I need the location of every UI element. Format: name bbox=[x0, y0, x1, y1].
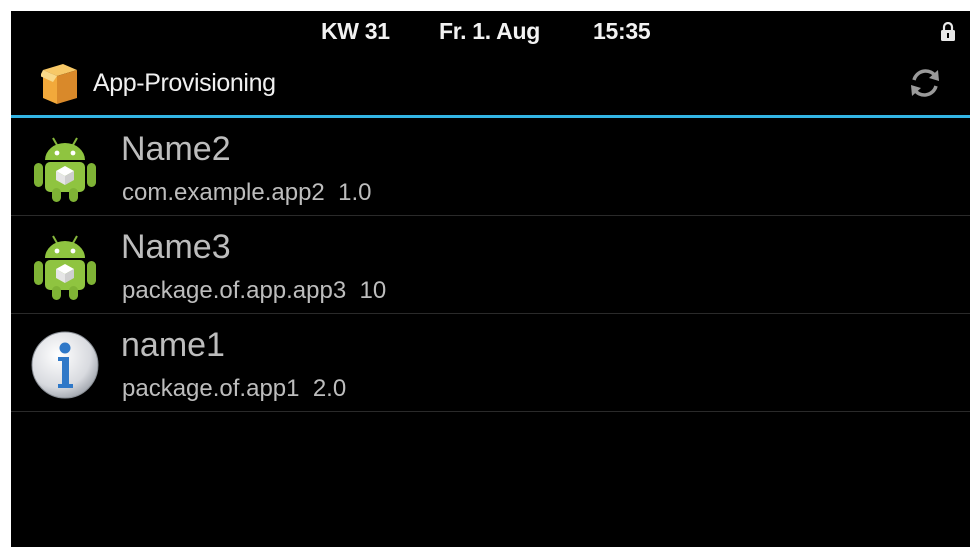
app-version: 2.0 bbox=[312, 375, 347, 402]
info-icon bbox=[31, 331, 99, 399]
app-details: package.of.app1 2.0 bbox=[122, 375, 346, 403]
app-version: 1.0 bbox=[338, 179, 372, 206]
status-time: 15:35 bbox=[593, 18, 651, 44]
app-package: package.of.app1 bbox=[122, 375, 300, 402]
status-bar: KW 31 Fr. 1. Aug 15:35 bbox=[11, 11, 970, 51]
device-screen: KW 31 Fr. 1. Aug 15:35 App-Provisioning bbox=[11, 11, 970, 547]
action-bar: App-Provisioning bbox=[11, 51, 970, 115]
refresh-button[interactable] bbox=[900, 61, 950, 105]
list-item[interactable]: Name2 com.example.app2 1.0 bbox=[11, 118, 970, 216]
android-robot-icon bbox=[34, 137, 96, 202]
app-name: Name3 bbox=[121, 228, 231, 266]
app-name: name1 bbox=[121, 326, 225, 364]
app-title: App-Provisioning bbox=[93, 69, 276, 97]
app-list: Name2 com.example.app2 1.0 Name3 package… bbox=[11, 118, 970, 412]
app-version: 10 bbox=[359, 277, 387, 304]
list-item[interactable]: Name3 package.of.app.app3 10 bbox=[11, 216, 970, 314]
refresh-icon bbox=[911, 69, 939, 97]
android-robot-icon bbox=[34, 235, 96, 300]
calendar-week: KW 31 bbox=[321, 18, 390, 44]
lock-icon bbox=[941, 22, 955, 41]
status-date: Fr. 1. Aug bbox=[439, 18, 540, 44]
app-details: com.example.app2 1.0 bbox=[122, 179, 372, 207]
package-box-icon[interactable] bbox=[41, 58, 79, 108]
app-package: package.of.app.app3 bbox=[122, 277, 347, 304]
app-details: package.of.app.app3 10 bbox=[122, 277, 386, 305]
app-name: Name2 bbox=[121, 130, 231, 168]
list-item[interactable]: name1 package.of.app1 2.0 bbox=[11, 314, 970, 412]
app-package: com.example.app2 bbox=[122, 179, 325, 206]
